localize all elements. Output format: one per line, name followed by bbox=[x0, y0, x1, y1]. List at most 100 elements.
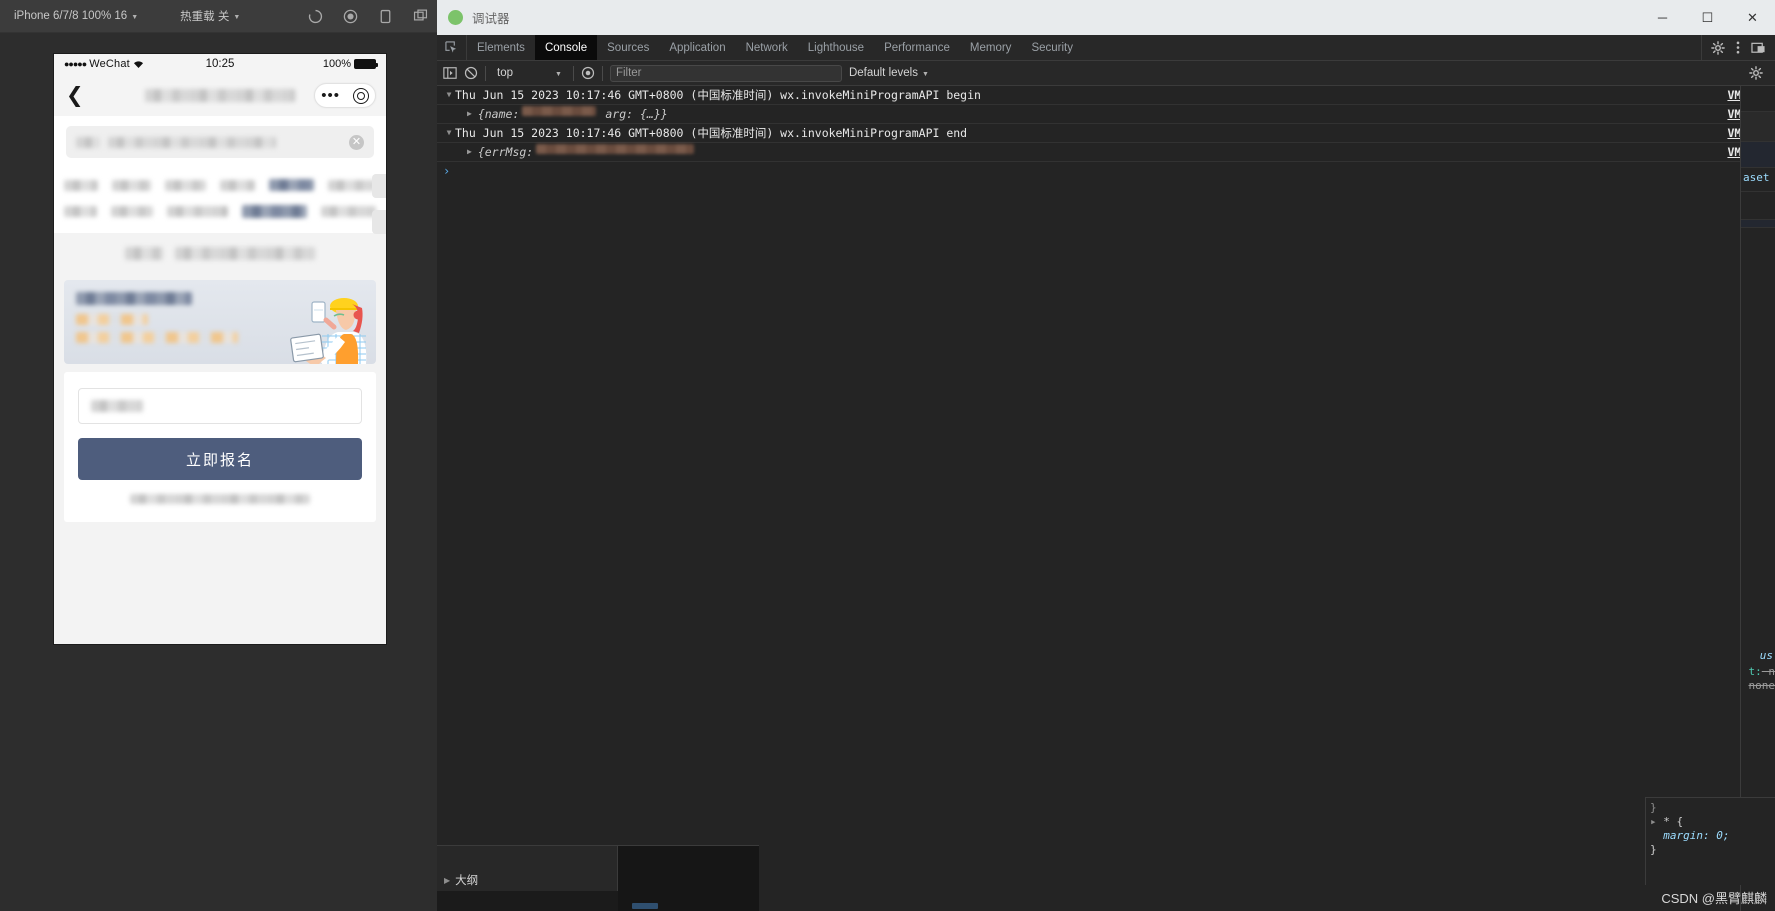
console-filter-input[interactable] bbox=[609, 64, 842, 82]
expand-triangle-icon[interactable]: ▼ bbox=[443, 125, 455, 141]
css-brace-open: } bbox=[1650, 801, 1657, 814]
toolbar-divider bbox=[572, 65, 574, 81]
filter-chip-selected[interactable] bbox=[241, 205, 307, 218]
console-row-group-begin[interactable]: ▼ Thu Jun 15 2023 10:17:46 GMT+0800 (中国标… bbox=[437, 86, 1775, 105]
promo-headline-redacted bbox=[76, 292, 192, 305]
summary-value-redacted bbox=[175, 247, 315, 260]
clear-search-icon[interactable]: ✕ bbox=[349, 134, 364, 150]
console-settings-gear-icon[interactable] bbox=[1749, 66, 1763, 80]
console-row-object-name[interactable]: ▶ {name: arg: {…}} VM12:9 bbox=[437, 105, 1775, 124]
console-prompt[interactable]: › bbox=[437, 162, 1775, 180]
tab-memory[interactable]: Memory bbox=[960, 35, 1022, 60]
tab-application[interactable]: Application bbox=[659, 35, 735, 60]
inspect-element-button[interactable] bbox=[437, 35, 467, 60]
signup-button[interactable]: 立即报名 bbox=[78, 438, 362, 480]
log-levels-label: Default levels bbox=[848, 67, 918, 79]
outline-section-header[interactable]: ▶ 大纲 bbox=[437, 869, 618, 891]
title-bar-left: 调试器 bbox=[448, 8, 510, 27]
device-icon[interactable] bbox=[377, 8, 394, 25]
tab-sources[interactable]: Sources bbox=[597, 35, 659, 60]
phone-nav-bar: ❮ ••• bbox=[54, 74, 386, 116]
filter-chip[interactable] bbox=[219, 179, 256, 191]
styles-rule-snippet[interactable]: } ▸ * { margin: 0; } bbox=[1645, 797, 1775, 885]
search-input[interactable]: ✕ bbox=[66, 126, 374, 158]
prompt-caret-icon: › bbox=[443, 164, 451, 178]
capsule-close-icon[interactable] bbox=[352, 87, 369, 104]
filter-chip[interactable] bbox=[111, 179, 151, 191]
promo-banner[interactable] bbox=[64, 280, 376, 364]
battery-icon bbox=[354, 59, 378, 69]
expand-triangle-icon[interactable]: ▼ bbox=[443, 87, 455, 103]
css-declaration[interactable]: margin: 0; bbox=[1663, 829, 1729, 842]
styles-fragment-strike-b: none bbox=[1722, 666, 1775, 705]
device-selector[interactable]: iPhone 6/7/8 100% 16 ▼ bbox=[8, 0, 144, 32]
panel-row-dataset[interactable]: aset bbox=[1741, 168, 1775, 192]
clear-console-icon[interactable] bbox=[464, 66, 478, 80]
scroll-affordance-right[interactable] bbox=[372, 210, 386, 234]
sidebar-toggle-icon[interactable] bbox=[443, 66, 457, 80]
dock-side-icon[interactable] bbox=[1751, 41, 1766, 55]
window-icon[interactable] bbox=[412, 8, 429, 25]
phone-content: ✕ 立即报名 bbox=[54, 116, 386, 644]
console-row-group-end[interactable]: ▼ Thu Jun 15 2023 10:17:46 GMT+0800 (中国标… bbox=[437, 124, 1775, 143]
console-settings bbox=[1749, 66, 1769, 80]
toolbar-divider bbox=[601, 65, 603, 81]
console-filter-bar: top ▼ Default levels ▼ bbox=[437, 61, 1775, 86]
console-message-list[interactable]: ▼ Thu Jun 15 2023 10:17:46 GMT+0800 (中国标… bbox=[437, 86, 1775, 911]
tab-security[interactable]: Security bbox=[1021, 35, 1083, 60]
filter-chip[interactable] bbox=[64, 206, 98, 217]
close-button[interactable]: ✕ bbox=[1730, 0, 1775, 35]
filter-chip[interactable] bbox=[111, 206, 153, 217]
live-expression-icon[interactable] bbox=[581, 66, 595, 80]
chevron-down-icon: ▼ bbox=[233, 13, 241, 21]
elements-panel-edge[interactable]: aset bbox=[1740, 86, 1775, 911]
scroll-affordance-right[interactable] bbox=[372, 174, 386, 198]
form-footnote-redacted bbox=[130, 494, 310, 504]
expand-triangle-icon[interactable]: ▶ bbox=[443, 144, 472, 160]
chevron-down-icon: ▼ bbox=[131, 13, 139, 21]
object-prefix: {name: bbox=[477, 107, 520, 121]
back-chevron-icon[interactable]: ❮ bbox=[66, 85, 84, 106]
tab-console[interactable]: Console bbox=[534, 35, 598, 60]
tab-network[interactable]: Network bbox=[736, 35, 798, 60]
simulator-toolbar: iPhone 6/7/8 100% 16 ▼ 热重载 关 ▼ bbox=[0, 0, 437, 33]
object-prefix: {errMsg: bbox=[477, 145, 534, 159]
window-controls: ─ ☐ ✕ bbox=[1640, 0, 1775, 35]
log-levels-select[interactable]: Default levels ▼ bbox=[849, 67, 929, 79]
kebab-menu-icon[interactable] bbox=[1736, 40, 1740, 55]
filter-row[interactable] bbox=[54, 172, 386, 198]
css-selector: * { bbox=[1663, 815, 1684, 828]
gear-icon[interactable] bbox=[1711, 40, 1725, 55]
filter-rows bbox=[54, 170, 386, 234]
filter-chip[interactable] bbox=[327, 179, 376, 191]
filter-row[interactable] bbox=[54, 198, 386, 225]
object-value-redacted bbox=[536, 144, 695, 154]
filter-chip-selected[interactable] bbox=[269, 179, 314, 191]
refresh-icon[interactable] bbox=[307, 8, 324, 25]
console-row-object-errmsg[interactable]: ▶ {errMsg: VM12:9 bbox=[437, 143, 1775, 162]
filter-chip[interactable] bbox=[164, 179, 206, 191]
search-section: ✕ bbox=[54, 116, 386, 170]
filter-chip[interactable] bbox=[320, 206, 377, 217]
filter-chip[interactable] bbox=[166, 206, 228, 217]
execution-context-select[interactable]: top ▼ bbox=[493, 67, 566, 79]
filter-chip[interactable] bbox=[64, 179, 98, 191]
minimize-button[interactable]: ─ bbox=[1640, 0, 1685, 35]
inspect-cursor-icon bbox=[445, 41, 457, 53]
form-footer bbox=[78, 494, 362, 504]
tab-performance[interactable]: Performance bbox=[874, 35, 960, 60]
record-icon[interactable] bbox=[342, 8, 359, 25]
phone-frame: ●●●●● WeChat 10:25 100% ❮ ••• ✕ 立即报名 bbox=[54, 54, 386, 644]
hot-reload-selector[interactable]: 热重载 关 ▼ bbox=[174, 0, 246, 32]
csdn-watermark: CSDN @黑臂麒麟 bbox=[1661, 891, 1767, 906]
tab-elements[interactable]: Elements bbox=[467, 35, 535, 60]
phone-number-input[interactable] bbox=[78, 388, 362, 424]
maximize-button[interactable]: ☐ bbox=[1685, 0, 1730, 35]
search-placeholder-redacted bbox=[76, 136, 100, 148]
wechat-capsule[interactable]: ••• bbox=[314, 83, 376, 108]
tab-lighthouse[interactable]: Lighthouse bbox=[798, 35, 874, 60]
expand-triangle-icon[interactable]: ▶ bbox=[444, 876, 450, 885]
panel-row bbox=[1741, 192, 1775, 220]
expand-triangle-icon[interactable]: ▶ bbox=[443, 106, 472, 122]
page-title-redacted bbox=[145, 88, 295, 102]
